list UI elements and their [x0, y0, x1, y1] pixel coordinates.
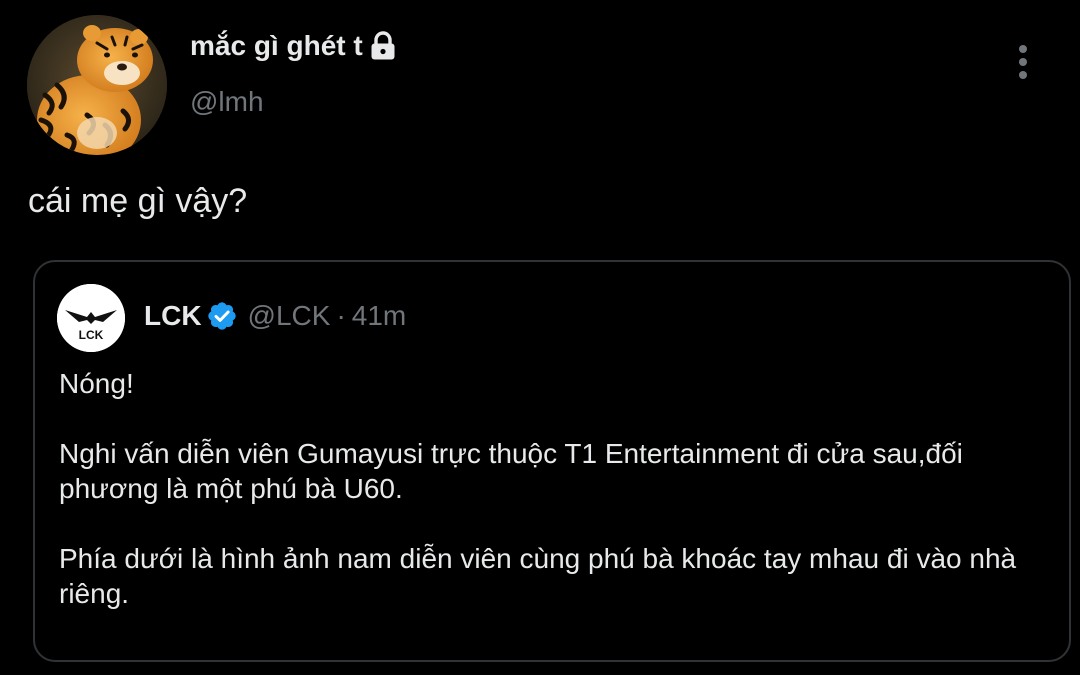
- lck-logo-text: LCK: [79, 328, 104, 342]
- quoted-timestamp[interactable]: 41m: [352, 300, 406, 332]
- quoted-tweet-body: Nóng! Nghi vấn diễn viên Gumayusi trực t…: [59, 366, 1049, 611]
- display-name-text: mắc gì ghét t: [190, 30, 363, 61]
- author-display-name[interactable]: mắc gì ghét t: [190, 30, 396, 62]
- tweet-text: cái mẹ gì vậy?: [28, 182, 248, 220]
- quoted-author-name[interactable]: LCK: [144, 300, 202, 332]
- header-separator: ·: [336, 300, 346, 331]
- quoted-paragraph: Nóng!: [59, 368, 134, 399]
- lock-icon: [370, 31, 396, 61]
- lck-logo: LCK: [57, 284, 125, 352]
- verified-badge-icon: [206, 300, 238, 332]
- quoted-tweet-header: LCK @LCK · 41m: [144, 300, 406, 332]
- quoted-paragraph: Nghi vấn diễn viên Gumayusi trực thuộc T…: [59, 438, 963, 504]
- lck-avatar[interactable]: LCK: [57, 284, 125, 352]
- author-avatar[interactable]: [27, 15, 167, 155]
- quoted-tweet-card[interactable]: LCK LCK @LCK · 41m Nóng! Nghi vấn diễn v…: [33, 260, 1071, 662]
- more-vertical-icon[interactable]: [1008, 42, 1038, 82]
- tiger-avatar-image: [27, 15, 167, 155]
- quoted-paragraph: Phía dưới là hình ảnh nam diễn viên cùng…: [59, 543, 1017, 609]
- quoted-author-handle[interactable]: @LCK: [248, 300, 331, 332]
- author-handle[interactable]: @lmh: [190, 86, 264, 118]
